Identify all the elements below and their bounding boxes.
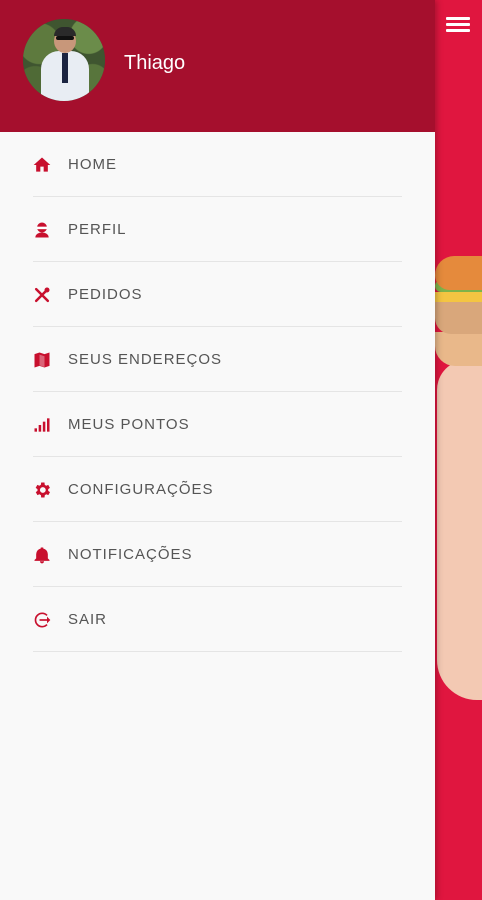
user-name: Thiago (124, 52, 186, 74)
utensils-icon (32, 285, 52, 305)
navigation-drawer: Thiago HOME PERFIL PEDIDOS SEUS ENDEREÇO… (0, 0, 435, 900)
bell-icon (32, 545, 52, 565)
burger-image (435, 240, 482, 700)
menu-item-label: PERFIL (68, 221, 127, 238)
menu-item-perfil[interactable]: PERFIL (0, 197, 435, 262)
menu-item-label: HOME (68, 156, 117, 173)
menu-item-home[interactable]: HOME (0, 132, 435, 197)
menu-item-label: NOTIFICAÇÕES (68, 546, 193, 563)
menu-item-label: CONFIGURAÇÕES (68, 481, 214, 498)
menu-item-notificacoes[interactable]: NOTIFICAÇÕES (0, 522, 435, 587)
drawer-header: Thiago (0, 0, 435, 132)
menu-item-configuracoes[interactable]: CONFIGURAÇÕES (0, 457, 435, 522)
menu-item-label: PEDIDOS (68, 286, 143, 303)
menu-item-sair[interactable]: SAIR (0, 587, 435, 652)
gear-icon (32, 480, 52, 500)
menu-item-pontos[interactable]: MEUS PONTOS (0, 392, 435, 457)
menu-item-label: SAIR (68, 611, 108, 628)
hamburger-icon[interactable] (446, 14, 470, 36)
map-icon (32, 350, 52, 370)
menu-item-pedidos[interactable]: PEDIDOS (0, 262, 435, 327)
menu-item-label: SEUS ENDEREÇOS (68, 351, 223, 368)
signal-icon (32, 415, 52, 435)
user-icon (32, 220, 52, 240)
home-icon (32, 155, 52, 175)
drawer-menu: HOME PERFIL PEDIDOS SEUS ENDEREÇOS MEUS … (0, 132, 435, 652)
user-avatar[interactable] (23, 19, 105, 101)
logout-icon (32, 610, 52, 630)
menu-item-label: MEUS PONTOS (68, 416, 190, 433)
menu-item-enderecos[interactable]: SEUS ENDEREÇOS (0, 327, 435, 392)
